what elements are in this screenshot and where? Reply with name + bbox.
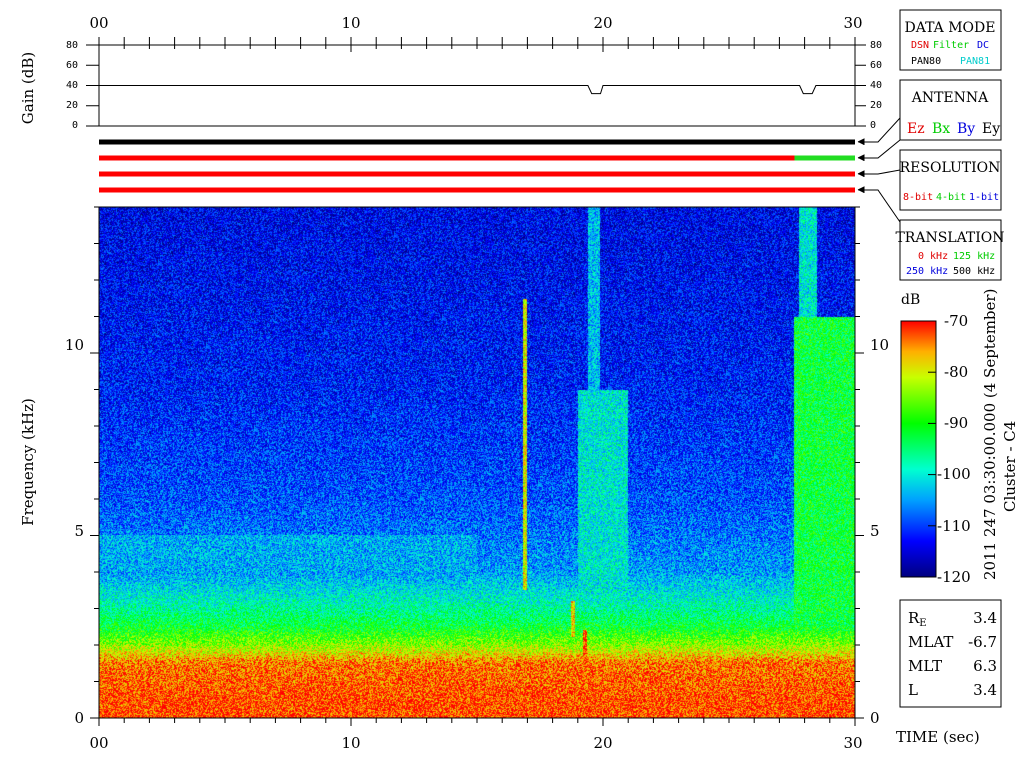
gain-tick-label: 0 [72,120,78,131]
orbit-label: MLAT [908,633,953,651]
legend-item: Filter [933,40,969,51]
gain-tick-label-right: 80 [870,40,882,51]
colorbar-unit: dB [901,292,920,308]
legend-item: Bx [932,121,950,137]
gain-tick-label-right: 60 [870,60,882,71]
colorbar-gradient [900,320,937,578]
legend-title: ANTENNA [911,90,989,106]
legend-item: 125 kHz [953,251,995,262]
legend-item: 1-bit [969,192,999,203]
status-bar-segment [99,171,855,177]
freq-tick-label-right: 10 [870,336,889,354]
orbit-value: 3.4 [973,681,997,699]
legend-resolution: RESOLUTION 8-bit 4-bit 1-bit [899,149,1002,211]
frequency-axis-label: Frequency (kHz) [19,398,37,526]
bottom-tick-label: 30 [843,734,862,752]
legend-item: PAN81 [960,56,990,67]
connector-arrow [857,186,865,193]
bottom-tick-label: 00 [89,734,108,752]
orbit-value: -6.7 [968,633,997,651]
status-bar-segment [99,155,795,161]
legend-connectors [857,117,901,223]
figure: 00 10 20 30 80 60 40 20 0 80 60 40 20 0 … [19,9,1019,752]
legend-data-mode: DATA MODE DSN Filter DC PAN80 PAN81 [899,9,1002,71]
top-tick-label: 20 [593,14,612,32]
gain-tick-label: 20 [66,100,78,111]
freq-tick-label-right: 0 [870,709,880,727]
legend-item: DC [977,40,989,51]
top-tick-label: 30 [843,14,862,32]
legend-item: 4-bit [936,192,966,203]
connector-arrow [857,170,865,177]
legend-item: 0 kHz [918,251,948,262]
gain-axis-label: Gain (dB) [19,52,37,124]
time-axis-label: TIME (sec) [896,728,980,746]
connector-arrow [857,138,865,145]
legend-item: 500 kHz [953,266,995,277]
status-bar-segment [794,155,855,161]
top-tick-label: 10 [341,14,360,32]
orbit-label: L [908,681,918,699]
connector-data-mode [862,117,901,143]
legend-translation: TRANSLATION 0 kHz 125 kHz 250 kHz 500 kH… [895,219,1005,281]
side-subtitle: Cluster - C4 [1001,421,1019,512]
gain-tick-label: 60 [66,60,78,71]
orbit-value: 3.4 [973,609,997,627]
colorbar-tick-label: -100 [937,465,971,483]
connector-translation [862,189,901,223]
freq-tick-label: 0 [74,709,84,727]
top-tick-label: 00 [89,14,108,32]
colorbar: dB -70 -80 -90 -100 -110 -120 [900,292,971,586]
gain-tick-label: 40 [66,80,78,91]
spectrogram-image-holder [99,207,855,718]
bottom-tick-label: 20 [593,734,612,752]
status-bar-segment [99,139,855,145]
status-bar-segment [99,187,855,193]
bottom-tick-label: 10 [341,734,360,752]
top-time-axis: 00 10 20 30 [89,14,862,32]
gain-tick-label: 80 [66,40,78,51]
connector-resolution [862,169,901,175]
side-title: 2011 247 03:30:00.000 (4 September) [981,289,999,580]
legend-title: RESOLUTION [900,160,1001,176]
gain-tick-label-right: 20 [870,100,882,111]
freq-tick-label-right: 5 [870,522,880,540]
legend-item: PAN80 [911,56,941,67]
gain-tick-label-right: 0 [870,120,876,131]
legend-title: TRANSLATION [895,230,1004,246]
gain-tick-label-right: 40 [870,80,882,91]
legend-item: 8-bit [903,192,933,203]
legend-antenna: ANTENNA Ez Bx By Ey [899,79,1002,141]
gain-panel: 80 60 40 20 0 80 60 40 20 0 Gain (dB) [19,40,882,131]
legend-item: By [957,121,975,137]
legend-item: Ez [907,121,925,137]
colorbar-tick-label: -80 [944,363,968,381]
colorbar-tick-label: -90 [944,414,968,432]
colorbar-tick-label: -70 [944,312,968,330]
orbit-value: 6.3 [973,657,997,675]
legend-item: 250 kHz [906,266,948,277]
connector-arrow [857,154,865,161]
spectrogram-heatmap [99,207,855,718]
orbit-label: MLT [908,657,942,675]
status-bars [99,139,855,193]
freq-tick-label: 5 [74,522,84,540]
bottom-time-axis: 00 10 20 30 TIME (sec) [89,728,979,752]
freq-tick-label: 10 [65,336,84,354]
orbit-info: RE 3.4 MLAT -6.7 MLT 6.3 L 3.4 [899,599,1002,708]
legend-item: DSN [911,40,929,51]
connector-antenna [862,139,901,159]
colorbar-tick-label: -110 [937,517,971,535]
colorbar-tick-label: -120 [937,568,971,586]
legend-title: DATA MODE [905,20,996,36]
legend-item: Ey [982,121,1000,137]
